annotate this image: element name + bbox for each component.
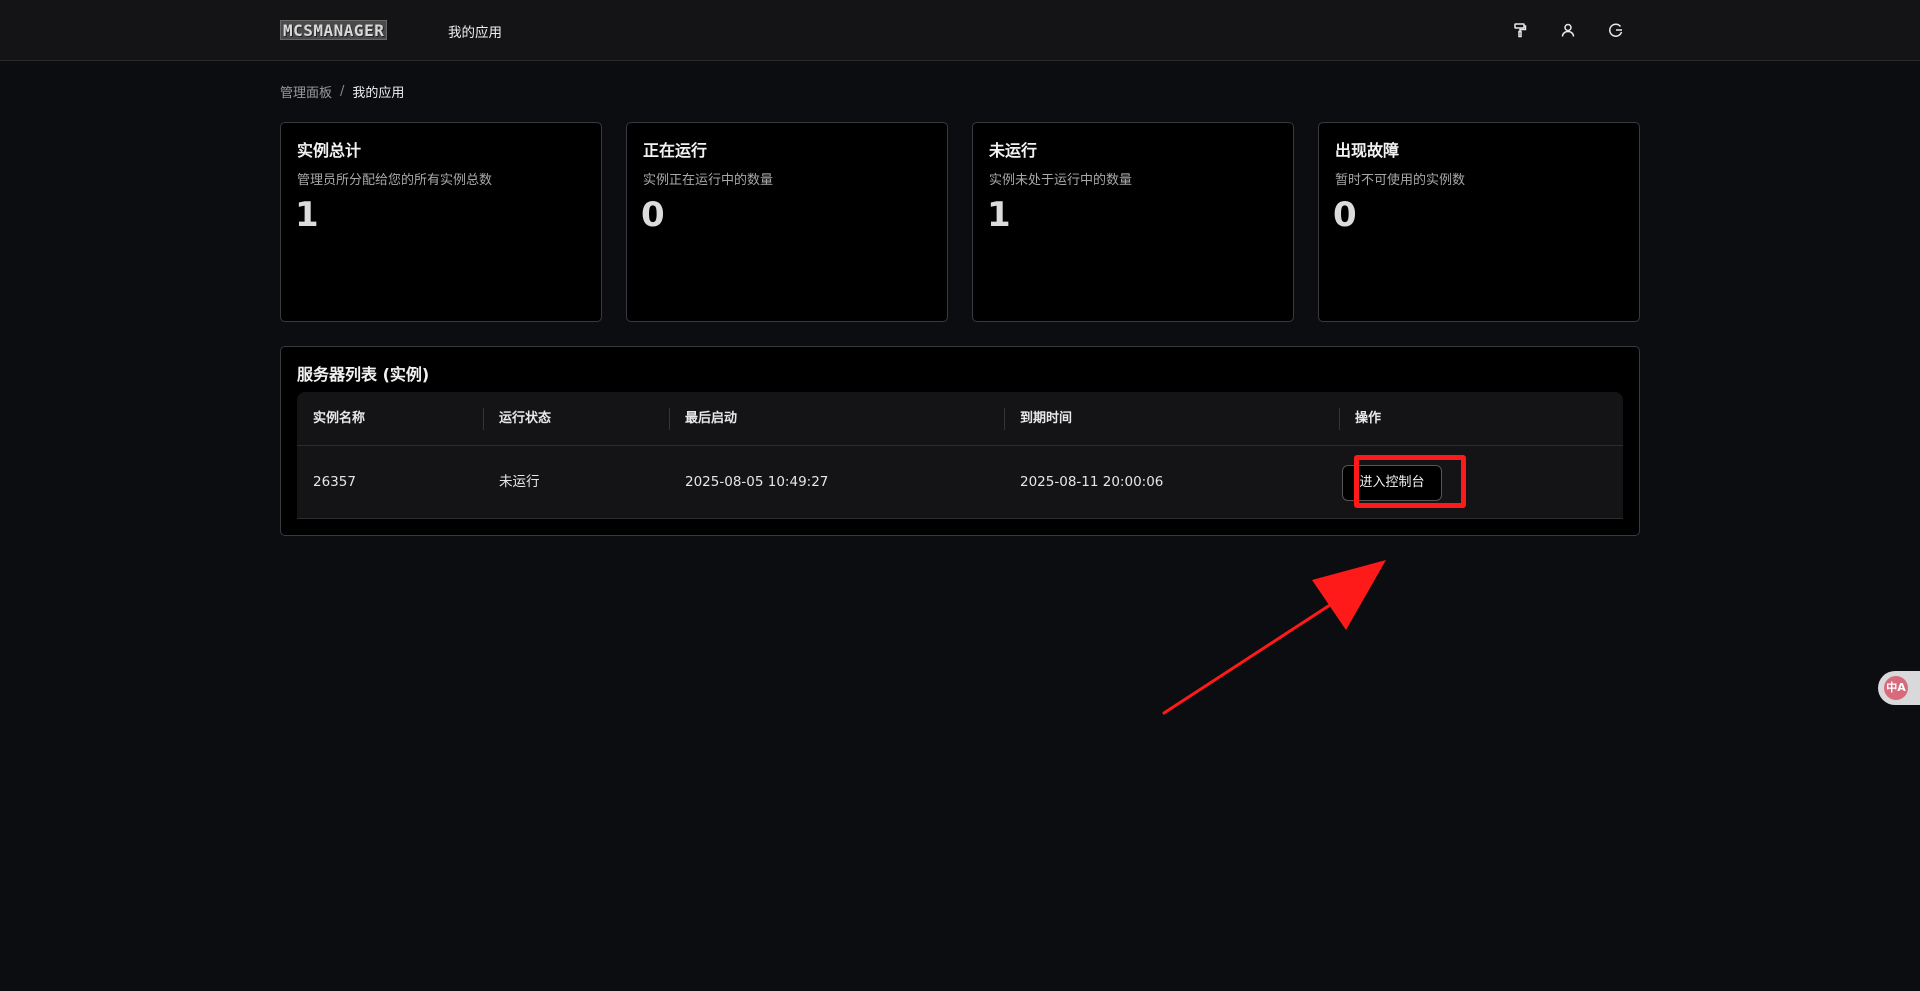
translate-icon[interactable]: 中A bbox=[1884, 676, 1908, 700]
translate-widget[interactable]: 中A bbox=[1878, 671, 1920, 705]
annotation-arrow bbox=[1162, 560, 1386, 715]
